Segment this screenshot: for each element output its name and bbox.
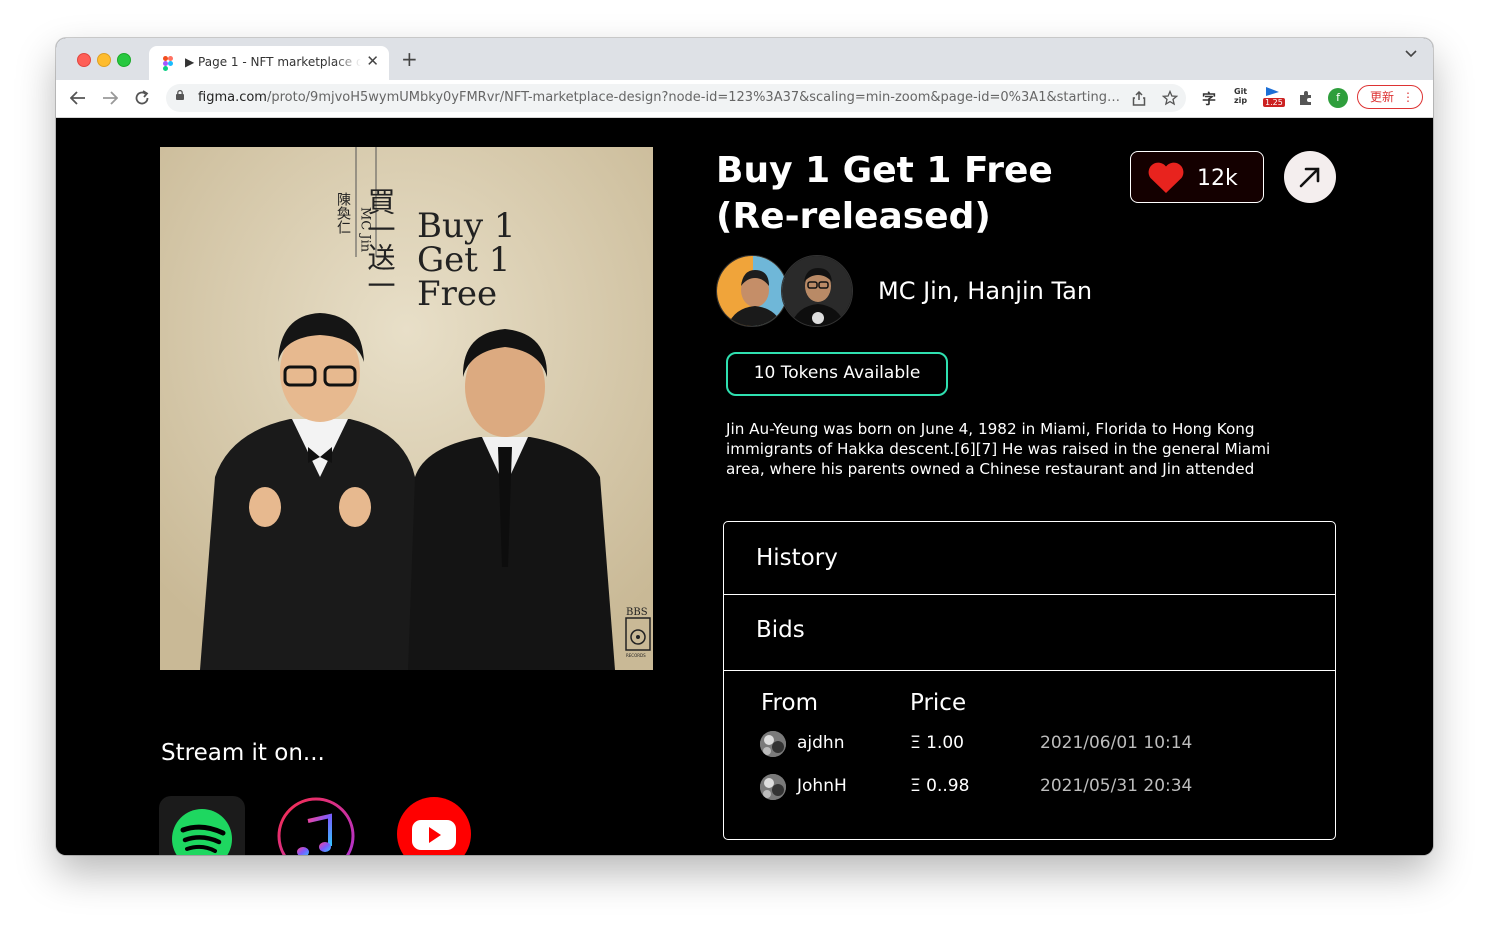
reload-icon[interactable] bbox=[134, 90, 150, 106]
bid-price: Ξ 0..98 bbox=[910, 776, 970, 796]
url-host: figma.com bbox=[198, 90, 267, 105]
forward-icon[interactable] bbox=[102, 91, 118, 105]
gitzip-label-bottom: zip bbox=[1234, 96, 1248, 105]
like-button[interactable]: 12k bbox=[1130, 151, 1264, 203]
apple-music-icon bbox=[277, 797, 355, 855]
bidder-avatar bbox=[760, 774, 786, 800]
share-page-icon[interactable] bbox=[1132, 91, 1146, 106]
translate-extension-icon[interactable]: 字 bbox=[1202, 89, 1216, 109]
minimize-window-button[interactable] bbox=[97, 53, 111, 67]
bid-time: 2021/05/31 20:34 bbox=[1040, 776, 1193, 796]
gitzip-extension-icon[interactable]: Git zip bbox=[1234, 87, 1247, 105]
bids-label: Bids bbox=[756, 617, 805, 643]
browser-tab[interactable]: ▶ Page 1 - NFT marketplace design ✕ bbox=[149, 46, 389, 80]
bid-price: Ξ 1.00 bbox=[910, 733, 964, 753]
more-menu-icon[interactable]: ⋮ bbox=[1402, 86, 1414, 108]
nft-title-line2: (Re-released) bbox=[716, 196, 991, 237]
like-count: 12k bbox=[1197, 166, 1238, 191]
puzzle-extensions-icon[interactable] bbox=[1298, 90, 1314, 106]
column-header-price: Price bbox=[910, 690, 967, 716]
history-label: History bbox=[756, 545, 838, 571]
extension-badge: 1.25 bbox=[1263, 98, 1285, 107]
bid-time: 2021/06/01 10:14 bbox=[1040, 733, 1193, 753]
gitzip-label-top: Git bbox=[1234, 87, 1248, 96]
column-header-from: From bbox=[761, 690, 818, 716]
profile-avatar[interactable]: f bbox=[1328, 88, 1348, 108]
youtube-button[interactable] bbox=[396, 796, 472, 855]
address-bar[interactable]: figma.com/proto/9mjvoH5wymUMbky0yFMRvr/N… bbox=[166, 84, 1186, 112]
bid-row[interactable]: JohnH Ξ 0..98 2021/05/31 20:34 bbox=[724, 774, 1335, 804]
update-label: 更新 bbox=[1370, 90, 1395, 104]
url-path: /proto/9mjvoH5wymUMbky0yFMRvr/NFT-market… bbox=[266, 90, 1123, 105]
zoom-window-button[interactable] bbox=[117, 53, 131, 67]
tab-strip: ▶ Page 1 - NFT marketplace design ✕ + bbox=[56, 38, 1433, 80]
bookmark-star-icon[interactable] bbox=[1162, 90, 1178, 106]
bidder-avatar bbox=[760, 731, 786, 757]
history-section[interactable]: History bbox=[724, 522, 1335, 595]
chevron-down-icon[interactable] bbox=[1405, 50, 1417, 58]
update-button[interactable]: 更新 ⋮ bbox=[1357, 85, 1423, 109]
album-cover-image: Buy 1 Get 1 Free 買一送一 MC Jin 陳奐仁 BBS REC… bbox=[160, 147, 653, 670]
artist-avatar-hanjin-tan[interactable] bbox=[781, 255, 853, 327]
bidder-name: ajdhn bbox=[797, 733, 845, 753]
cover-artist-en: MC Jin bbox=[358, 207, 373, 253]
cover-label: BBS bbox=[626, 607, 648, 618]
spotify-button[interactable] bbox=[159, 796, 245, 855]
share-button[interactable] bbox=[1284, 151, 1336, 203]
cover-title-3: Free bbox=[417, 274, 497, 314]
nft-description: Jin Au-Yeung was born on June 4, 1982 in… bbox=[726, 420, 1271, 478]
artist-names[interactable]: MC Jin, Hanjin Tan bbox=[878, 277, 1092, 305]
avatar-photo-1 bbox=[717, 256, 787, 326]
browser-toolbar: figma.com/proto/9mjvoH5wymUMbky0yFMRvr/N… bbox=[56, 80, 1433, 118]
artist-avatar-mc-jin[interactable] bbox=[716, 255, 788, 327]
nft-title-line1: Buy 1 Get 1 Free bbox=[716, 150, 1053, 191]
nft-detail-page: Buy 1 Get 1 Free 買一送一 MC Jin 陳奐仁 BBS REC… bbox=[56, 118, 1433, 855]
apple-music-button[interactable] bbox=[276, 796, 356, 855]
browser-window: ▶ Page 1 - NFT marketplace design ✕ + fi… bbox=[56, 38, 1433, 855]
youtube-icon bbox=[397, 797, 471, 855]
new-tab-button[interactable]: + bbox=[401, 47, 418, 71]
activity-panel: History Bids From Price ajdhn Ξ 1.00 202… bbox=[723, 521, 1336, 840]
nft-title: Buy 1 Get 1 Free (Re-released) bbox=[716, 148, 1053, 240]
spotify-icon bbox=[172, 809, 232, 855]
arrow-up-right-icon bbox=[1299, 167, 1320, 188]
avatar-photo-2 bbox=[782, 256, 852, 326]
stream-label: Stream it on... bbox=[161, 740, 325, 766]
bids-section[interactable]: Bids bbox=[724, 595, 1335, 671]
figma-icon bbox=[163, 56, 173, 71]
album-cover-art: Buy 1 Get 1 Free 買一送一 MC Jin 陳奐仁 BBS REC… bbox=[160, 147, 653, 670]
bidder-name: JohnH bbox=[797, 776, 847, 796]
back-icon[interactable] bbox=[70, 91, 86, 105]
speed-extension-icon[interactable]: 1.25 bbox=[1263, 86, 1285, 108]
lock-icon bbox=[176, 90, 184, 100]
heart-icon bbox=[1148, 162, 1184, 193]
url-text: figma.com/proto/9mjvoH5wymUMbky0yFMRvr/N… bbox=[198, 90, 1123, 105]
close-window-button[interactable] bbox=[77, 53, 91, 67]
bid-row[interactable]: ajdhn Ξ 1.00 2021/06/01 10:14 bbox=[724, 731, 1335, 761]
tab-close-button[interactable]: ✕ bbox=[366, 52, 379, 70]
tab-title: ▶ Page 1 - NFT marketplace design bbox=[185, 55, 361, 69]
tokens-available-badge: 10 Tokens Available bbox=[726, 352, 948, 396]
cover-label-sub: RECORDS bbox=[626, 653, 646, 658]
cover-artist-cn: 陳奐仁 bbox=[335, 192, 351, 234]
